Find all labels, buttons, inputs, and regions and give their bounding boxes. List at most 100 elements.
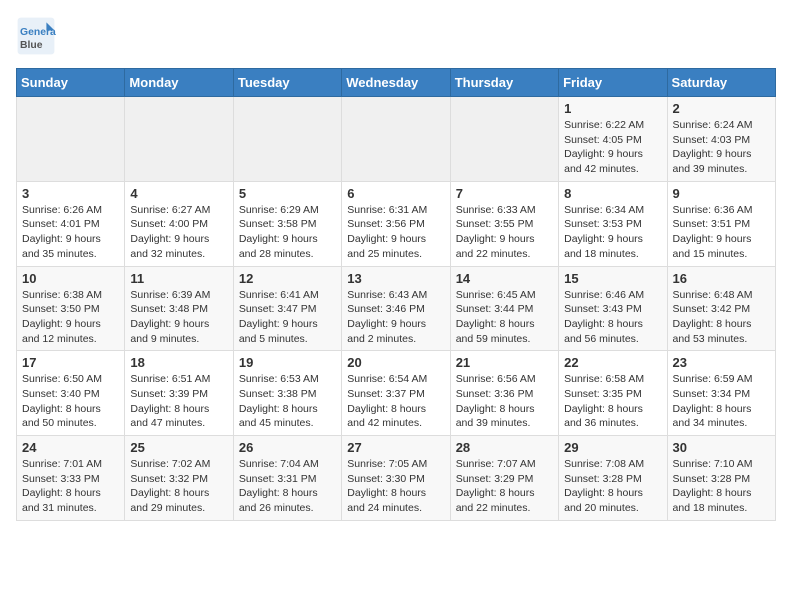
weekday-header-tuesday: Tuesday	[233, 69, 341, 97]
day-number: 16	[673, 271, 770, 286]
day-number: 22	[564, 355, 661, 370]
calendar-cell: 10 Sunrise: 6:38 AMSunset: 3:50 PMDayligh…	[17, 266, 125, 351]
day-number: 15	[564, 271, 661, 286]
day-info: Sunrise: 6:31 AMSunset: 3:56 PMDaylight:…	[347, 203, 444, 262]
day-number: 8	[564, 186, 661, 201]
day-info: Sunrise: 6:34 AMSunset: 3:53 PMDaylight:…	[564, 203, 661, 262]
day-info: Sunrise: 6:41 AMSunset: 3:47 PMDaylight:…	[239, 288, 336, 347]
calendar-cell	[233, 97, 341, 182]
week-row-5: 24Sunrise: 7:01 AMSunset: 3:33 PMDayligh…	[17, 436, 776, 521]
weekday-header-sunday: Sunday	[17, 69, 125, 97]
weekday-header-monday: Monday	[125, 69, 233, 97]
day-number: 12	[239, 271, 336, 286]
week-row-1: 1 Sunrise: 6:22 AMSunset: 4:05 PMDaylight…	[17, 97, 776, 182]
calendar-cell: 17Sunrise: 6:50 AMSunset: 3:40 PMDayligh…	[17, 351, 125, 436]
calendar-cell	[342, 97, 450, 182]
day-info: Sunrise: 6:26 AMSunset: 4:01 PMDaylight:…	[22, 203, 119, 262]
day-number: 27	[347, 440, 444, 455]
day-info: Sunrise: 6:59 AMSunset: 3:34 PMDaylight:…	[673, 372, 770, 431]
calendar-cell: 4 Sunrise: 6:27 AMSunset: 4:00 PMDaylight…	[125, 181, 233, 266]
calendar-cell: 16 Sunrise: 6:48 AMSunset: 3:42 PMDayligh…	[667, 266, 775, 351]
calendar-cell: 24Sunrise: 7:01 AMSunset: 3:33 PMDayligh…	[17, 436, 125, 521]
calendar-cell: 29Sunrise: 7:08 AMSunset: 3:28 PMDayligh…	[559, 436, 667, 521]
day-info: Sunrise: 6:24 AMSunset: 4:03 PMDaylight:…	[673, 118, 770, 177]
day-number: 13	[347, 271, 444, 286]
weekday-header-saturday: Saturday	[667, 69, 775, 97]
logo-icon: General Blue	[16, 16, 56, 56]
day-info: Sunrise: 6:53 AMSunset: 3:38 PMDaylight:…	[239, 372, 336, 431]
day-number: 11	[130, 271, 227, 286]
calendar-cell	[125, 97, 233, 182]
day-info: Sunrise: 6:56 AMSunset: 3:36 PMDaylight:…	[456, 372, 553, 431]
calendar-cell: 30 Sunrise: 7:10 AMSunset: 3:28 PMDayligh…	[667, 436, 775, 521]
day-info: Sunrise: 6:48 AMSunset: 3:42 PMDaylight:…	[673, 288, 770, 347]
day-info: Sunrise: 7:02 AMSunset: 3:32 PMDaylight:…	[130, 457, 227, 516]
logo: General Blue	[16, 16, 56, 56]
calendar-cell	[17, 97, 125, 182]
calendar-cell: 18 Sunrise: 6:51 AMSunset: 3:39 PMDayligh…	[125, 351, 233, 436]
day-info: Sunrise: 7:10 AMSunset: 3:28 PMDaylight:…	[673, 457, 770, 516]
calendar-cell: 27 Sunrise: 7:05 AMSunset: 3:30 PMDayligh…	[342, 436, 450, 521]
calendar: SundayMondayTuesdayWednesdayThursdayFrid…	[16, 68, 776, 521]
week-row-4: 17Sunrise: 6:50 AMSunset: 3:40 PMDayligh…	[17, 351, 776, 436]
day-info: Sunrise: 6:36 AMSunset: 3:51 PMDaylight:…	[673, 203, 770, 262]
day-number: 1	[564, 101, 661, 116]
day-info: Sunrise: 6:46 AMSunset: 3:43 PMDaylight:…	[564, 288, 661, 347]
day-number: 25	[130, 440, 227, 455]
weekday-header-wednesday: Wednesday	[342, 69, 450, 97]
day-number: 20	[347, 355, 444, 370]
day-info: Sunrise: 7:07 AMSunset: 3:29 PMDaylight:…	[456, 457, 553, 516]
week-row-3: 10 Sunrise: 6:38 AMSunset: 3:50 PMDayligh…	[17, 266, 776, 351]
calendar-cell: 28 Sunrise: 7:07 AMSunset: 3:29 PMDayligh…	[450, 436, 558, 521]
calendar-cell: 12 Sunrise: 6:41 AMSunset: 3:47 PMDayligh…	[233, 266, 341, 351]
page-header: General Blue	[16, 16, 776, 56]
day-info: Sunrise: 6:29 AMSunset: 3:58 PMDaylight:…	[239, 203, 336, 262]
day-info: Sunrise: 6:22 AMSunset: 4:05 PMDaylight:…	[564, 118, 661, 177]
calendar-cell: 6 Sunrise: 6:31 AMSunset: 3:56 PMDaylight…	[342, 181, 450, 266]
day-info: Sunrise: 6:51 AMSunset: 3:39 PMDaylight:…	[130, 372, 227, 431]
calendar-cell	[450, 97, 558, 182]
day-number: 4	[130, 186, 227, 201]
day-number: 24	[22, 440, 119, 455]
day-info: Sunrise: 7:05 AMSunset: 3:30 PMDaylight:…	[347, 457, 444, 516]
calendar-cell: 20 Sunrise: 6:54 AMSunset: 3:37 PMDayligh…	[342, 351, 450, 436]
week-row-2: 3 Sunrise: 6:26 AMSunset: 4:01 PMDaylight…	[17, 181, 776, 266]
calendar-cell: 26 Sunrise: 7:04 AMSunset: 3:31 PMDayligh…	[233, 436, 341, 521]
calendar-cell: 25 Sunrise: 7:02 AMSunset: 3:32 PMDayligh…	[125, 436, 233, 521]
day-number: 6	[347, 186, 444, 201]
day-info: Sunrise: 7:04 AMSunset: 3:31 PMDaylight:…	[239, 457, 336, 516]
day-info: Sunrise: 6:27 AMSunset: 4:00 PMDaylight:…	[130, 203, 227, 262]
weekday-header-thursday: Thursday	[450, 69, 558, 97]
day-number: 28	[456, 440, 553, 455]
calendar-cell: 3 Sunrise: 6:26 AMSunset: 4:01 PMDaylight…	[17, 181, 125, 266]
day-number: 9	[673, 186, 770, 201]
day-number: 3	[22, 186, 119, 201]
calendar-cell: 1 Sunrise: 6:22 AMSunset: 4:05 PMDaylight…	[559, 97, 667, 182]
day-number: 18	[130, 355, 227, 370]
day-number: 23	[673, 355, 770, 370]
day-number: 29	[564, 440, 661, 455]
calendar-cell: 5Sunrise: 6:29 AMSunset: 3:58 PMDaylight…	[233, 181, 341, 266]
calendar-cell: 14 Sunrise: 6:45 AMSunset: 3:44 PMDayligh…	[450, 266, 558, 351]
day-info: Sunrise: 6:45 AMSunset: 3:44 PMDaylight:…	[456, 288, 553, 347]
calendar-cell: 21 Sunrise: 6:56 AMSunset: 3:36 PMDayligh…	[450, 351, 558, 436]
calendar-cell: 11Sunrise: 6:39 AMSunset: 3:48 PMDayligh…	[125, 266, 233, 351]
day-number: 21	[456, 355, 553, 370]
day-number: 10	[22, 271, 119, 286]
day-info: Sunrise: 6:33 AMSunset: 3:55 PMDaylight:…	[456, 203, 553, 262]
day-number: 2	[673, 101, 770, 116]
day-number: 17	[22, 355, 119, 370]
day-info: Sunrise: 6:54 AMSunset: 3:37 PMDaylight:…	[347, 372, 444, 431]
day-info: Sunrise: 6:38 AMSunset: 3:50 PMDaylight:…	[22, 288, 119, 347]
day-number: 26	[239, 440, 336, 455]
calendar-cell: 7 Sunrise: 6:33 AMSunset: 3:55 PMDaylight…	[450, 181, 558, 266]
day-number: 19	[239, 355, 336, 370]
day-number: 14	[456, 271, 553, 286]
day-number: 30	[673, 440, 770, 455]
weekday-header-row: SundayMondayTuesdayWednesdayThursdayFrid…	[17, 69, 776, 97]
day-info: Sunrise: 6:58 AMSunset: 3:35 PMDaylight:…	[564, 372, 661, 431]
calendar-cell: 22 Sunrise: 6:58 AMSunset: 3:35 PMDayligh…	[559, 351, 667, 436]
day-number: 7	[456, 186, 553, 201]
calendar-cell: 13Sunrise: 6:43 AMSunset: 3:46 PMDayligh…	[342, 266, 450, 351]
calendar-cell: 8 Sunrise: 6:34 AMSunset: 3:53 PMDaylight…	[559, 181, 667, 266]
